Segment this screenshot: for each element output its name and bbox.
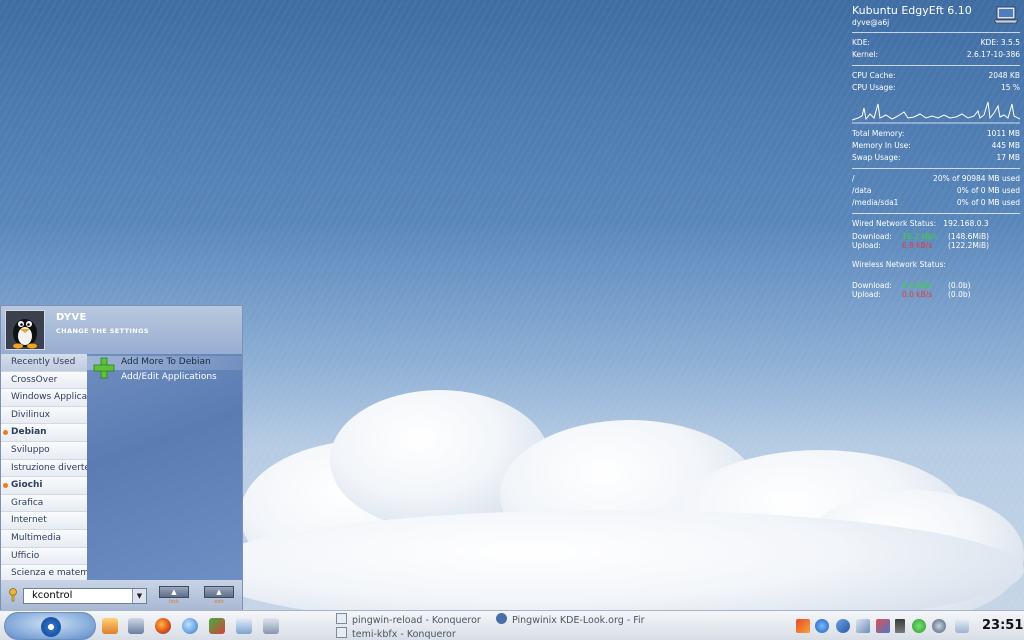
category-sviluppo[interactable]: Sviluppo — [1, 441, 87, 460]
tray-network-icon[interactable] — [836, 619, 850, 633]
tux-icon — [6, 311, 44, 349]
sysmon-row: Total Memory: 1011 MB — [852, 129, 1020, 138]
disk-row: /data 0% of 0 MB used — [852, 186, 1020, 195]
new-indicator-icon — [3, 483, 8, 489]
kmenu-button[interactable] — [4, 612, 96, 640]
category-grafica[interactable]: Grafica — [1, 494, 87, 513]
tray-status-icon[interactable] — [912, 619, 926, 633]
tray-volume-icon[interactable] — [932, 619, 946, 633]
category-multimedia[interactable]: Multimedia — [1, 529, 87, 548]
folder-icon — [336, 627, 347, 638]
tray-app-icon[interactable] — [796, 619, 810, 633]
arrow-up-icon: ▲ — [204, 586, 234, 598]
application-list: Add More To Debian Add/Edit Applications — [87, 354, 242, 580]
arrow-up-icon: ▲ — [159, 586, 189, 598]
laptop-icon — [994, 6, 1018, 24]
key-icon — [9, 588, 17, 602]
tray-battery-icon[interactable] — [895, 619, 905, 633]
kde-logo-icon — [41, 617, 61, 637]
home-icon[interactable] — [102, 618, 118, 634]
konqueror-icon[interactable] — [182, 618, 198, 634]
tray-clipboard-icon[interactable] — [856, 619, 870, 633]
new-indicator-icon — [3, 430, 8, 436]
user-name: DYVE — [56, 312, 87, 323]
sysmon-row: Memory In Use: 445 MB — [852, 141, 1020, 150]
task-temi-kbfx[interactable]: temi-kbfx - Konqueror — [336, 627, 456, 640]
browser-icon — [496, 613, 507, 624]
wireless-status: Wireless Network Status: — [852, 260, 946, 269]
category-ufficio[interactable]: Ufficio — [1, 547, 87, 566]
category-giochi[interactable]: Giochi — [1, 477, 87, 495]
wallpaper-clouds — [200, 380, 1024, 630]
app-label: Add/Edit Applications — [121, 372, 217, 382]
taskbar: pingwin-reload - Konqueror Pingwinix KDE… — [0, 610, 1024, 640]
wireless-upload: Upload: 0.0 kB/s (0.0b) — [852, 290, 971, 299]
chevron-down-icon[interactable]: ▼ — [132, 589, 146, 603]
mail-icon[interactable] — [236, 618, 252, 634]
task-pingwin-reload[interactable]: pingwin-reload - Konqueror — [336, 613, 481, 626]
system-monitor-widget: Kubuntu EdgyEft 6.10 dyve@a6j KDE: KDE: 3… — [851, 4, 1021, 299]
task-pingwinix[interactable]: Pingwinix KDE-Look.org - Fir — [496, 613, 650, 626]
category-divilinux[interactable]: Divilinux — [1, 406, 87, 425]
app-item-add-more[interactable]: Add More To Debian — [87, 356, 242, 379]
wired-upload: Upload: 6.8 kB/s (122.2MiB) — [852, 241, 990, 250]
category-list: Recently Used CrossOver Windows Applicat… — [1, 354, 87, 583]
menu-footer: kcontrol ▼ ▲ lock ▲ exit — [1, 580, 242, 610]
terminal-icon[interactable] — [263, 618, 279, 634]
change-settings-link[interactable]: CHANGE THE SETTINGS — [56, 327, 149, 335]
disk-row: /media/sda1 0% of 0 MB used — [852, 198, 1020, 207]
wired-status: Wired Network Status: 192.168.0.3 — [852, 219, 989, 228]
disk-row: /20% of 90984 MB used — [852, 174, 1020, 183]
firefox-icon[interactable] — [155, 618, 171, 634]
cpu-usage-graph — [851, 101, 1021, 124]
tray-globe-icon[interactable] — [815, 619, 829, 633]
app-label: Add More To Debian — [121, 357, 211, 367]
category-debian[interactable]: Debian — [1, 424, 87, 442]
clock[interactable]: 23:51 — [982, 618, 1023, 633]
sysmon-row: Kernel: 2.6.17-10-386 — [852, 50, 1020, 59]
lock-button[interactable]: ▲ lock — [159, 586, 189, 606]
sysmon-row: KDE: KDE: 3.5.5 — [852, 38, 1020, 47]
tray-update-icon[interactable] — [876, 619, 890, 633]
category-windows-applications[interactable]: Windows Applicat — [1, 389, 87, 407]
sysmon-row: CPU Usage: 15 % — [852, 83, 1020, 92]
menu-header: DYVE CHANGE THE SETTINGS — [1, 306, 242, 354]
category-crossover[interactable]: CrossOver — [1, 371, 87, 390]
wired-download: Download: 16.2 kB/s (148.6MiB) — [852, 232, 990, 241]
user-avatar[interactable] — [5, 310, 45, 350]
search-input[interactable]: kcontrol ▼ — [23, 588, 147, 604]
app-item-add-edit[interactable]: Add/Edit Applications — [87, 371, 242, 385]
category-internet[interactable]: Internet — [1, 512, 87, 530]
sysmon-row: Swap Usage: 17 MB — [852, 153, 1020, 162]
tray-settings-icon[interactable] — [955, 619, 969, 633]
folder-icon — [336, 613, 347, 624]
category-istruzione[interactable]: Istruzione diverte — [1, 459, 87, 478]
category-recently-used[interactable]: Recently Used — [1, 354, 87, 372]
wireless-download: Download: 0.0 kB/s (0.0b) — [852, 281, 971, 290]
start-menu: DYVE CHANGE THE SETTINGS Recently Used C… — [0, 305, 243, 610]
sysmon-row: CPU Cache: 2048 KB — [852, 71, 1020, 80]
computer-icon[interactable] — [128, 618, 144, 634]
network-icon[interactable] — [209, 618, 225, 634]
logout-button[interactable]: ▲ exit — [204, 586, 234, 606]
